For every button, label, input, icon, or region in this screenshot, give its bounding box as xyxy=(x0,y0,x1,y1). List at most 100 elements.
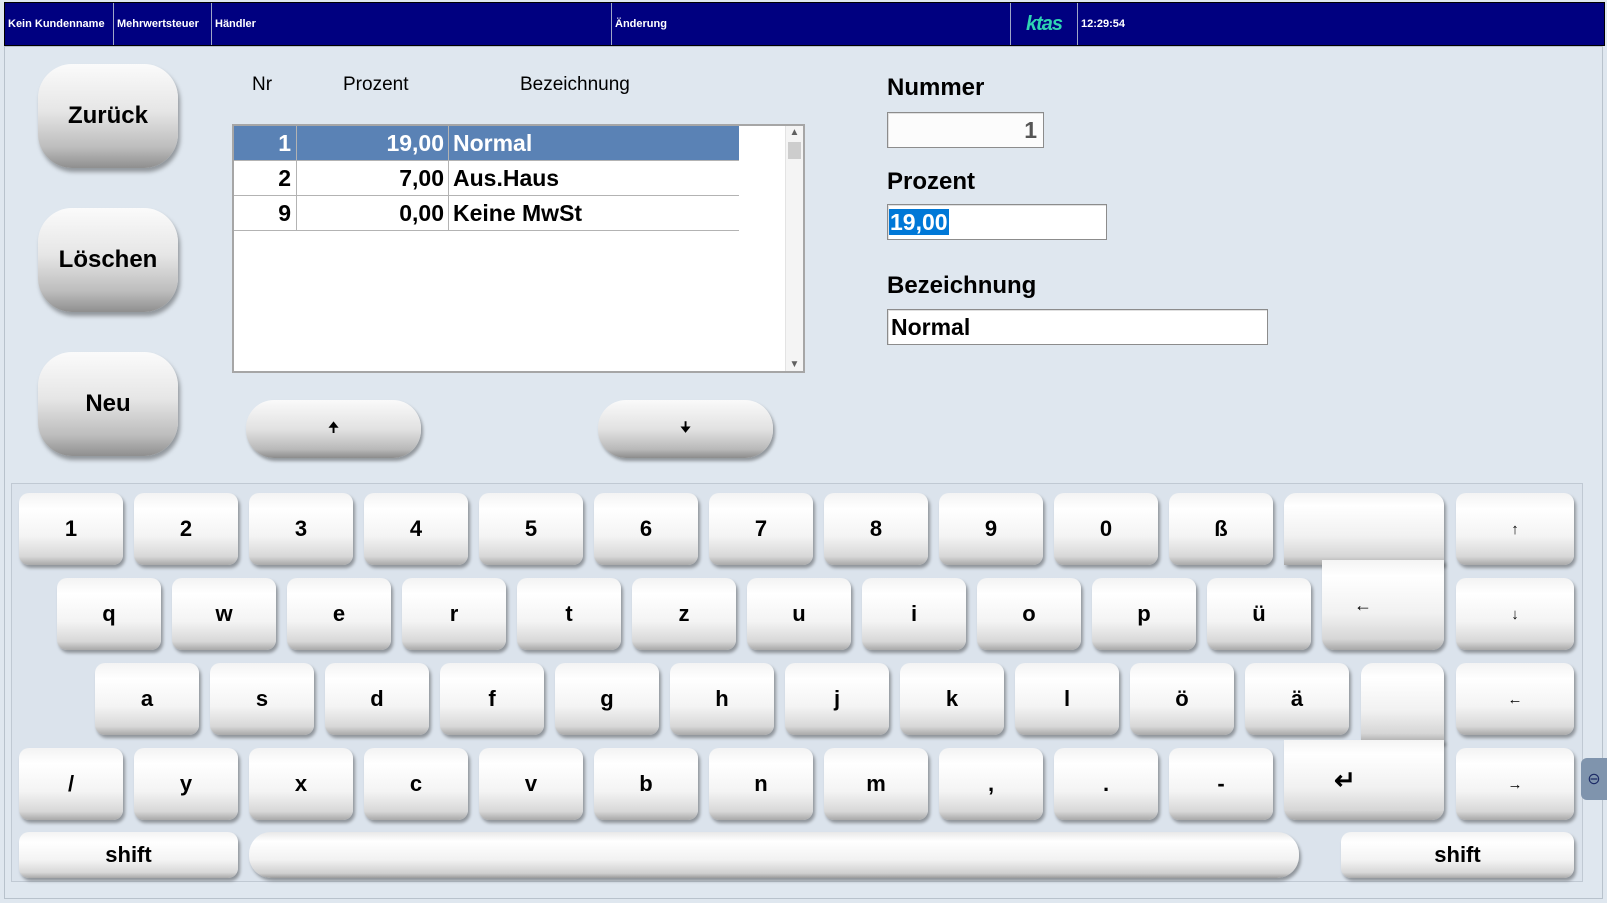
scroll-thumb[interactable] xyxy=(788,142,801,159)
key-t[interactable]: t xyxy=(517,578,621,650)
column-header-name: Bezeichnung xyxy=(520,74,630,95)
key-m[interactable]: m xyxy=(824,748,928,820)
key-1[interactable]: 1 xyxy=(19,493,123,565)
key-z[interactable]: z xyxy=(632,578,736,650)
backspace-icon: ← xyxy=(1354,594,1372,615)
module-name: Mehrwertsteuer xyxy=(114,3,212,45)
mode-indicator: Änderung xyxy=(612,3,1011,45)
column-header-nr: Nr xyxy=(252,74,273,95)
delete-button[interactable]: Löschen xyxy=(38,208,178,312)
key-0[interactable]: 0 xyxy=(1054,493,1158,565)
backspace-key-lower[interactable]: ← xyxy=(1322,560,1444,650)
key-6[interactable]: 6 xyxy=(594,493,698,565)
side-panel-tab[interactable]: ⊖ xyxy=(1581,758,1607,800)
cell-nr: 9 xyxy=(234,196,297,230)
key-n[interactable]: n xyxy=(709,748,813,820)
key-8[interactable]: 8 xyxy=(824,493,928,565)
key-h[interactable]: h xyxy=(670,663,774,735)
key-i[interactable]: i xyxy=(862,578,966,650)
enter-icon: ↵ xyxy=(1334,764,1356,795)
key-s[interactable]: s xyxy=(210,663,314,735)
table-row[interactable]: 2 7,00 Aus.Haus xyxy=(234,161,739,196)
cell-name: Keine MwSt xyxy=(453,200,583,226)
enter-key-lower[interactable]: ↵ xyxy=(1284,740,1444,820)
cell-nr: 1 xyxy=(234,126,297,160)
number-field[interactable]: 1 xyxy=(887,112,1044,148)
key-a-umlaut[interactable]: ä xyxy=(1245,663,1349,735)
enter-key[interactable] xyxy=(1361,663,1444,743)
table-row[interactable]: 9 0,00 Keine MwSt xyxy=(234,196,739,231)
name-field[interactable]: Normal xyxy=(887,309,1268,345)
key-u-umlaut[interactable]: ü xyxy=(1207,578,1311,650)
key-f[interactable]: f xyxy=(440,663,544,735)
column-header-percent: Prozent xyxy=(343,74,409,95)
list-up-button[interactable]: 🠉 xyxy=(246,400,421,458)
user-name: Händler xyxy=(212,3,612,45)
key-arrow-left[interactable]: ← xyxy=(1456,663,1574,735)
name-label: Bezeichnung xyxy=(887,272,1037,299)
cell-percent: 19,00 xyxy=(297,126,449,160)
new-button[interactable]: Neu xyxy=(38,352,178,456)
key-b[interactable]: b xyxy=(594,748,698,820)
back-button[interactable]: Zurück xyxy=(38,64,178,168)
key-3[interactable]: 3 xyxy=(249,493,353,565)
cell-percent: 7,00 xyxy=(297,161,449,195)
arrow-down-icon: 🠋 xyxy=(679,419,692,435)
key-sharp-s[interactable]: ß xyxy=(1169,493,1273,565)
key-arrow-right[interactable]: → xyxy=(1456,748,1574,820)
app-logo: ktas xyxy=(1011,3,1078,45)
key-k[interactable]: k xyxy=(900,663,1004,735)
key-o-umlaut[interactable]: ö xyxy=(1130,663,1234,735)
key-7[interactable]: 7 xyxy=(709,493,813,565)
key-slash[interactable]: / xyxy=(19,748,123,820)
percent-field[interactable]: 19,00 xyxy=(887,204,1107,240)
key-5[interactable]: 5 xyxy=(479,493,583,565)
key-a[interactable]: a xyxy=(95,663,199,735)
cell-nr: 2 xyxy=(234,161,297,195)
backspace-key[interactable] xyxy=(1284,493,1444,565)
status-bar: Kein Kundenname Mehrwertsteuer Händler Ä… xyxy=(4,2,1605,46)
list-scrollbar[interactable]: ▲ ▼ xyxy=(785,126,803,371)
cell-name: Aus.Haus xyxy=(453,165,560,191)
customer-name: Kein Kundenname xyxy=(5,3,114,45)
key-arrow-down[interactable]: ↓ xyxy=(1456,578,1574,650)
key-q[interactable]: q xyxy=(57,578,161,650)
key-minus[interactable]: - xyxy=(1169,748,1273,820)
key-space[interactable] xyxy=(249,832,1299,878)
key-9[interactable]: 9 xyxy=(939,493,1043,565)
key-w[interactable]: w xyxy=(172,578,276,650)
cell-percent: 0,00 xyxy=(297,196,449,230)
key-4[interactable]: 4 xyxy=(364,493,468,565)
key-arrow-up[interactable]: ↑ xyxy=(1456,493,1574,565)
percent-label: Prozent xyxy=(887,168,976,195)
cell-name: Normal xyxy=(453,130,533,156)
key-g[interactable]: g xyxy=(555,663,659,735)
list-down-button[interactable]: 🠋 xyxy=(598,400,773,458)
key-x[interactable]: x xyxy=(249,748,353,820)
key-o[interactable]: o xyxy=(977,578,1081,650)
key-2[interactable]: 2 xyxy=(134,493,238,565)
percent-field-selection: 19,00 xyxy=(889,209,949,235)
clock: 12:29:54 xyxy=(1081,18,1126,30)
vat-rate-list[interactable]: 1 19,00 Normal 2 7,00 Aus.Haus 9 0,00 Ke… xyxy=(232,124,805,373)
key-c[interactable]: c xyxy=(364,748,468,820)
key-u[interactable]: u xyxy=(747,578,851,650)
number-label: Nummer xyxy=(887,74,985,101)
key-r[interactable]: r xyxy=(402,578,506,650)
key-shift-left[interactable]: shift xyxy=(19,832,238,878)
table-row[interactable]: 1 19,00 Normal xyxy=(234,126,739,161)
key-v[interactable]: v xyxy=(479,748,583,820)
key-shift-right[interactable]: shift xyxy=(1341,832,1574,878)
key-period[interactable]: . xyxy=(1054,748,1158,820)
key-y[interactable]: y xyxy=(134,748,238,820)
key-comma[interactable]: , xyxy=(939,748,1043,820)
key-e[interactable]: e xyxy=(287,578,391,650)
key-p[interactable]: p xyxy=(1092,578,1196,650)
key-j[interactable]: j xyxy=(785,663,889,735)
scroll-down-icon[interactable]: ▼ xyxy=(786,359,803,370)
key-d[interactable]: d xyxy=(325,663,429,735)
key-l[interactable]: l xyxy=(1015,663,1119,735)
arrow-up-icon: 🠉 xyxy=(327,419,340,435)
scroll-up-icon[interactable]: ▲ xyxy=(786,127,803,138)
collapse-icon: ⊖ xyxy=(1587,771,1601,788)
